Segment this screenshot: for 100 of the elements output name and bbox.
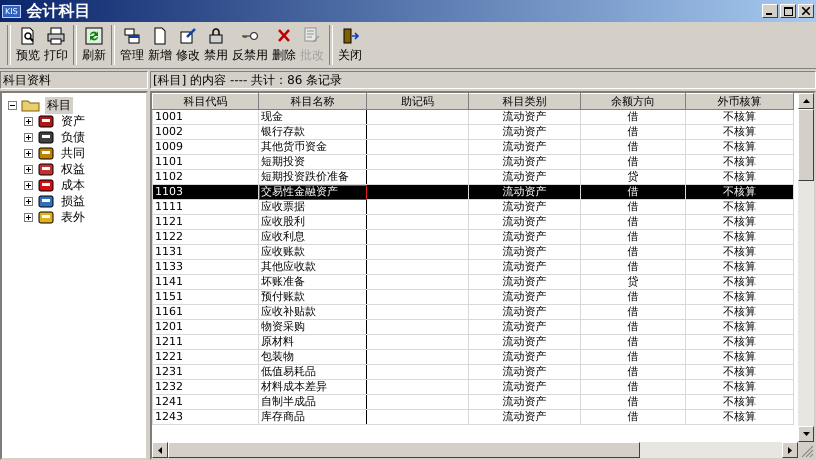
delete-button[interactable]: 删除 <box>270 24 298 66</box>
table-row[interactable]: 1101 短期投资 流动资产 借 不核算 <box>152 154 794 170</box>
scroll-down-icon[interactable] <box>802 432 810 436</box>
expand-icon[interactable] <box>24 196 33 206</box>
expand-icon[interactable] <box>24 164 33 174</box>
scroll-left-icon[interactable] <box>158 446 162 454</box>
column-header[interactable]: 余额方向 <box>580 94 686 110</box>
table-row[interactable]: 1002 银行存款 流动资产 借 不核算 <box>152 124 794 140</box>
table-cell: 不核算 <box>686 140 794 154</box>
table-cell: 不核算 <box>686 260 794 274</box>
scroll-right-icon[interactable] <box>788 446 792 454</box>
table-row[interactable]: 1133 其他应收款 流动资产 借 不核算 <box>152 260 794 274</box>
category-icon <box>37 129 55 145</box>
expand-icon[interactable] <box>24 180 33 190</box>
table-cell: 不核算 <box>686 304 794 320</box>
table-cell: 流动资产 <box>468 274 580 290</box>
table-cell: 借 <box>580 110 686 124</box>
table-cell: 1211 <box>152 334 258 350</box>
table-row[interactable]: 1131 应收账款 流动资产 借 不核算 <box>152 244 794 260</box>
table-row[interactable]: 1111 应收票据 流动资产 借 不核算 <box>152 200 794 214</box>
table-cell: 应收补贴款 <box>258 304 366 320</box>
table-row[interactable]: 1221 包装物 流动资产 借 不核算 <box>152 350 794 364</box>
edit-button[interactable]: 修改 <box>174 24 202 66</box>
table-cell: 借 <box>580 154 686 170</box>
maximize-button[interactable] <box>780 4 796 18</box>
manage-button[interactable]: 管理 <box>118 24 146 66</box>
table-row[interactable]: 1121 应收股利 流动资产 借 不核算 <box>152 214 794 230</box>
column-header[interactable]: 助记码 <box>366 94 468 110</box>
table-cell: 借 <box>580 184 686 200</box>
close-button[interactable]: 关闭 <box>336 24 364 66</box>
table-row[interactable]: 1122 应收利息 流动资产 借 不核算 <box>152 230 794 244</box>
tree-item[interactable]: 科目 <box>45 96 73 114</box>
table-row[interactable]: 1151 预付账款 流动资产 借 不核算 <box>152 290 794 304</box>
table-cell: 1151 <box>152 290 258 304</box>
expand-icon[interactable] <box>24 148 33 158</box>
column-header[interactable]: 科目代码 <box>152 94 258 110</box>
preview-button[interactable]: 预览 <box>14 24 42 66</box>
refresh-button[interactable]: 刷新 <box>80 24 108 66</box>
expand-icon[interactable] <box>24 116 33 126</box>
table-cell: 1243 <box>152 410 258 424</box>
table-row[interactable]: 1232 材料成本差异 流动资产 借 不核算 <box>152 380 794 394</box>
tree-item[interactable]: 共同 <box>59 144 87 162</box>
table-cell: 不核算 <box>686 364 794 380</box>
app-logo: KIS <box>2 4 21 18</box>
table-row[interactable]: 1201 物资采购 流动资产 借 不核算 <box>152 320 794 334</box>
table-cell: 借 <box>580 364 686 380</box>
collapse-icon[interactable] <box>8 100 17 110</box>
tree-item[interactable]: 表外 <box>59 208 87 226</box>
column-header[interactable]: 科目名称 <box>258 94 366 110</box>
lock-button[interactable]: 禁用 <box>202 24 230 66</box>
new-button[interactable]: 新增 <box>146 24 174 66</box>
close-button[interactable] <box>798 4 814 18</box>
table-row[interactable]: 1211 原材料 流动资产 借 不核算 <box>152 334 794 350</box>
table-row[interactable]: 1141 坏账准备 流动资产 贷 不核算 <box>152 274 794 290</box>
column-header[interactable]: 科目类别 <box>468 94 580 110</box>
table-cell: 借 <box>580 394 686 410</box>
folder-icon <box>21 98 41 112</box>
table-cell: 不核算 <box>686 380 794 394</box>
tree-item[interactable]: 负债 <box>59 128 87 146</box>
vertical-scrollbar[interactable] <box>798 93 814 442</box>
expand-icon[interactable] <box>24 212 33 222</box>
scroll-up-icon[interactable] <box>802 99 810 103</box>
resize-grip-icon[interactable] <box>798 442 814 458</box>
horizontal-scrollbar[interactable] <box>152 442 814 458</box>
table-cell: 交易性金融资产 <box>258 184 366 200</box>
scroll-thumb[interactable] <box>798 109 814 181</box>
table-cell: 借 <box>580 214 686 230</box>
minimize-button[interactable] <box>762 4 778 18</box>
delete-icon <box>275 26 293 44</box>
table-row[interactable]: 1243 库存商品 流动资产 借 不核算 <box>152 410 794 424</box>
table-cell: 自制半成品 <box>258 394 366 410</box>
tree-item[interactable]: 成本 <box>59 176 87 194</box>
table-row[interactable]: 1103 交易性金融资产 流动资产 借 不核算 <box>152 184 794 200</box>
tree-item[interactable]: 资产 <box>59 112 87 130</box>
table-cell: 借 <box>580 410 686 424</box>
tree-item[interactable]: 损益 <box>59 192 87 210</box>
table-cell: 库存商品 <box>258 410 366 424</box>
table-row[interactable]: 1161 应收补贴款 流动资产 借 不核算 <box>152 304 794 320</box>
key-button[interactable]: 反禁用 <box>230 24 270 66</box>
expand-icon[interactable] <box>24 132 33 142</box>
category-icon <box>37 161 55 177</box>
refresh-icon <box>85 26 103 44</box>
table-cell: 预付账款 <box>258 290 366 304</box>
table-cell: 1232 <box>152 380 258 394</box>
table-cell: 不核算 <box>686 110 794 124</box>
table-row[interactable]: 1009 其他货币资金 流动资产 借 不核算 <box>152 140 794 154</box>
table-row[interactable]: 1231 低值易耗品 流动资产 借 不核算 <box>152 364 794 380</box>
table-cell: 借 <box>580 244 686 260</box>
table-row[interactable]: 1241 自制半成品 流动资产 借 不核算 <box>152 394 794 410</box>
column-header[interactable]: 外币核算 <box>686 94 794 110</box>
category-icon <box>37 113 55 129</box>
table-cell: 不核算 <box>686 410 794 424</box>
table-row[interactable]: 1001 现金 流动资产 借 不核算 <box>152 110 794 124</box>
table-cell: 1131 <box>152 244 258 260</box>
table-cell: 流动资产 <box>468 260 580 274</box>
table-cell: 不核算 <box>686 124 794 140</box>
table-cell: 应收股利 <box>258 214 366 230</box>
print-button[interactable]: 打印 <box>42 24 70 66</box>
table-cell: 1103 <box>152 184 258 200</box>
tree-item[interactable]: 权益 <box>59 160 87 178</box>
